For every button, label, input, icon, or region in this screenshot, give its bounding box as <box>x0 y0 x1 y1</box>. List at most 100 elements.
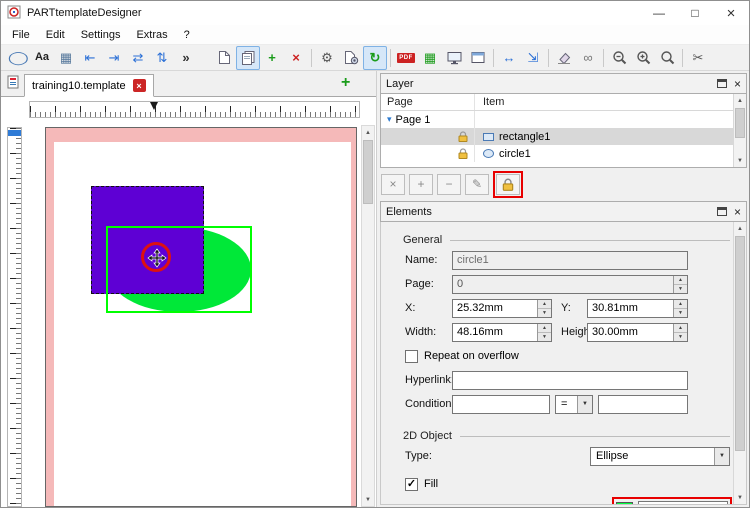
text-tool-icon[interactable]: Aa <box>30 46 54 70</box>
layer-lock-icon[interactable] <box>496 173 520 195</box>
icon-glyph: ⇤ <box>84 50 96 65</box>
new-template-icon[interactable] <box>212 46 236 70</box>
layer-row-circle1[interactable]: circle1 <box>381 145 733 162</box>
add-tab-button[interactable]: + <box>341 74 350 92</box>
x-spinner[interactable]: 25.32mm ▲ ▼ <box>452 298 552 318</box>
float-panel-icon[interactable] <box>716 207 727 216</box>
spin-up-icon[interactable]: ▲ <box>674 299 687 309</box>
type-dropdown[interactable]: Ellipse ▼ <box>590 446 730 466</box>
layer-table-scrollbar[interactable]: ▲ ▼ <box>733 94 746 167</box>
spin-up-icon[interactable]: ▲ <box>538 323 551 333</box>
scroll-up-icon[interactable]: ▲ <box>734 94 746 107</box>
page-margin-left <box>46 128 54 506</box>
layer-edit-icon[interactable]: ✎ <box>465 173 489 195</box>
refresh-icon[interactable]: ↻ <box>363 45 387 70</box>
close-button[interactable]: × <box>713 1 749 25</box>
delete-page-icon[interactable]: × <box>284 46 308 70</box>
maximize-button[interactable]: □ <box>677 1 713 25</box>
window-view-icon[interactable] <box>466 46 490 70</box>
layer-remove-icon[interactable]: − <box>437 173 461 195</box>
scroll-down-icon[interactable]: ▼ <box>734 154 746 167</box>
tab-training10-template[interactable]: training10.template × <box>24 74 154 97</box>
minimize-button[interactable]: — <box>641 1 677 25</box>
menu-edit[interactable]: Edit <box>38 27 73 43</box>
y-spinner[interactable]: 30.81mm ▲ ▼ <box>587 298 688 318</box>
swap-icon[interactable]: ⇄ <box>126 46 150 70</box>
repeat-on-overflow-checkbox[interactable] <box>405 349 418 363</box>
page-spinner[interactable]: 0 ▲ ▼ <box>452 274 688 294</box>
spin-up-icon[interactable]: ▲ <box>674 275 687 285</box>
toolbar-overflow-chevron[interactable]: » <box>174 46 198 70</box>
reorder-icon[interactable]: ⇅ <box>150 46 174 70</box>
layer-add-icon[interactable]: + <box>409 173 433 195</box>
table-export-icon[interactable]: ▦ <box>418 46 442 70</box>
xy-row: X: 25.32mm ▲ ▼ Y: 30.81mm ▲ ▼ <box>405 298 732 318</box>
scrollbar-thumb[interactable] <box>735 108 745 138</box>
color-swatch[interactable] <box>616 501 633 504</box>
zoom-out-icon[interactable] <box>607 46 631 70</box>
spin-up-icon[interactable]: ▲ <box>674 323 687 333</box>
canvas-vertical-scrollbar[interactable]: ▲ ▼ <box>361 125 375 507</box>
name-input[interactable]: circle1 <box>452 250 688 270</box>
layer-row-page1[interactable]: ▾ Page 1 <box>381 111 733 128</box>
template-settings-icon[interactable] <box>339 46 363 70</box>
spin-down-icon[interactable]: ▼ <box>674 332 687 341</box>
table-tool-icon[interactable]: ▦ <box>54 46 78 70</box>
height-spinner[interactable]: 30.00mm ▲ ▼ <box>587 322 688 342</box>
ellipse-tool-icon[interactable]: ◯ <box>6 46 30 70</box>
elements-scrollbar[interactable]: ▲ ▼ <box>733 222 746 504</box>
spin-up-icon[interactable]: ▲ <box>538 299 551 309</box>
scroll-up-icon[interactable]: ▲ <box>362 126 374 139</box>
icon-glyph: ⚙ <box>321 50 333 65</box>
settings-gear-icon[interactable]: ⚙ <box>315 46 339 70</box>
page-margin-top <box>46 128 356 142</box>
scroll-down-icon[interactable]: ▼ <box>362 493 374 506</box>
close-panel-icon[interactable]: × <box>734 206 741 218</box>
condition-operator-dropdown[interactable]: = ▼ <box>555 394 593 414</box>
dropdown-arrow-icon[interactable]: ▼ <box>577 395 592 413</box>
spin-down-icon[interactable]: ▼ <box>538 332 551 341</box>
pdf-export-icon[interactable]: PDF <box>394 46 418 70</box>
expander-icon[interactable]: ▾ <box>387 114 392 125</box>
spin-down-icon[interactable]: ▼ <box>538 308 551 317</box>
fill-checkbox[interactable] <box>405 477 418 491</box>
preview-monitor-icon[interactable] <box>442 46 466 70</box>
menu-file[interactable]: File <box>4 27 38 43</box>
zoom-in-icon[interactable] <box>631 46 655 70</box>
spin-down-icon[interactable]: ▼ <box>674 308 687 317</box>
cut-icon[interactable]: ✂ <box>686 46 710 70</box>
color-input[interactable]: #00ff40 <box>638 500 728 504</box>
column-item[interactable]: Item <box>475 94 733 110</box>
hyperlink-input[interactable] <box>452 370 688 390</box>
float-panel-icon[interactable] <box>716 79 727 88</box>
add-page-icon[interactable]: + <box>260 46 284 70</box>
insert-left-icon[interactable]: ⇤ <box>78 46 102 70</box>
menu-help[interactable]: ? <box>176 27 198 43</box>
insert-right-icon[interactable]: ⇥ <box>102 46 126 70</box>
layer-row-rectangle1[interactable]: rectangle1 <box>381 128 733 145</box>
menu-settings[interactable]: Settings <box>73 27 129 43</box>
tab-close-icon[interactable]: × <box>132 79 146 92</box>
scroll-down-icon[interactable]: ▼ <box>734 491 746 504</box>
fit-width-icon[interactable]: ↔ <box>497 46 521 70</box>
scroll-up-icon[interactable]: ▲ <box>734 222 746 235</box>
scrollbar-thumb[interactable] <box>363 140 373 204</box>
width-spinner[interactable]: 48.16mm ▲ ▼ <box>452 322 552 342</box>
link-icon[interactable]: ∞ <box>576 46 600 70</box>
scrollbar-thumb[interactable] <box>735 236 745 451</box>
zoom-icon[interactable] <box>655 46 679 70</box>
eraser-icon[interactable] <box>552 46 576 70</box>
design-canvas[interactable]: ▲ ▼ <box>1 97 376 507</box>
spin-down-icon[interactable]: ▼ <box>674 284 687 293</box>
condition-right-input[interactable] <box>598 394 688 414</box>
condition-left-input[interactable] <box>452 394 550 414</box>
template-page[interactable] <box>45 127 357 507</box>
fit-page-icon[interactable]: ⇲ <box>521 46 545 70</box>
layer-delete-icon[interactable]: × <box>381 173 405 195</box>
dropdown-arrow-icon[interactable]: ▼ <box>714 447 729 465</box>
page-gear-glyph <box>344 51 358 65</box>
close-panel-icon[interactable]: × <box>734 78 741 90</box>
pages-icon[interactable] <box>236 45 260 70</box>
column-page[interactable]: Page <box>381 94 475 110</box>
menu-extras[interactable]: Extras <box>128 27 175 43</box>
